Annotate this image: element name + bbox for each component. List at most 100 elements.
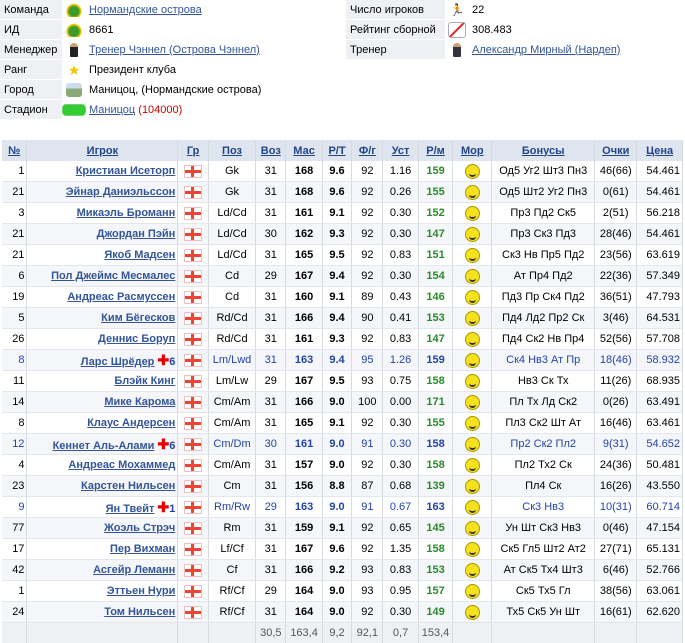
player-name-link[interactable]: Ян Твейт — [106, 503, 155, 515]
player-name-link[interactable]: Клаус Андерсен — [87, 417, 175, 429]
flag-icon — [184, 186, 202, 199]
player-name-link[interactable]: Андреас Расмуссен — [67, 291, 175, 303]
player-name-link[interactable]: Асгейр Леманн — [93, 564, 175, 576]
player-age: 29 — [256, 371, 286, 392]
column-header[interactable]: Мор — [453, 140, 492, 161]
player-name-link[interactable]: Том Нильсен — [104, 606, 175, 618]
column-header[interactable]: Цена — [637, 140, 683, 161]
player-rt: 9.1 — [322, 518, 352, 539]
player-name-link[interactable]: Якоб Мадсен — [104, 249, 175, 261]
column-header[interactable]: Гр — [178, 140, 209, 161]
player-bonuses: Ск3 Нв Пр5 Пд2 — [492, 245, 595, 266]
column-header[interactable]: Поз — [208, 140, 255, 161]
info-link[interactable]: Александр Мирный (Нардеп) — [472, 44, 620, 56]
column-header[interactable]: № — [2, 140, 27, 161]
player-points: 28(46) — [595, 224, 637, 245]
player-name-link[interactable]: Деннис Боруп — [98, 333, 175, 345]
flag-icon — [184, 543, 202, 556]
info-text: Президент клуба — [89, 64, 176, 76]
info-value[interactable]: Тренер Чэннел (Острова Чэннел) — [86, 40, 344, 60]
players-table: №ИгрокГрПозВозМасР/ТФ/гУстР/мМорБонусыОч… — [2, 140, 683, 643]
table-row: 42Асгейр ЛеманнCf311669.2930.83153Ат Ск5… — [2, 560, 683, 581]
stadium-capacity: (104000) — [138, 104, 182, 116]
flag-icon — [184, 207, 202, 220]
info-label: Команда — [0, 0, 62, 20]
morale-smiley-icon — [465, 332, 480, 347]
injury-cross-icon: ✚ — [157, 352, 169, 368]
info-label: Тренер — [346, 40, 445, 60]
column-header[interactable]: Бонусы — [492, 140, 595, 161]
flag-icon — [184, 438, 202, 451]
info-label: Менеджер — [0, 40, 62, 60]
info-label: Число игроков — [346, 0, 445, 20]
player-name-link[interactable]: Пол Джеймс Месмалес — [51, 270, 175, 282]
player-rt: 9.0 — [322, 392, 352, 413]
info-value[interactable]: Нормандские острова — [86, 0, 344, 20]
player-mastery: 166 — [286, 560, 322, 581]
player-position: Lf/Cf — [208, 539, 255, 560]
player-rt: 9.1 — [322, 203, 352, 224]
info-value: Маницоц, (Нормандские острова) — [86, 80, 344, 100]
info-link[interactable]: Маницоц — [89, 104, 135, 116]
player-name-link[interactable]: Жоэль Стрэч — [104, 522, 175, 534]
table-row: 26Деннис БорупRd/Cd311619.3920.83147Пд4 … — [2, 329, 683, 350]
flag-icon — [184, 501, 202, 514]
flag-icon — [184, 312, 202, 325]
player-name-link[interactable]: Эйнар Даниэльссон — [66, 186, 176, 198]
player-rm: 153 — [418, 308, 453, 329]
player-bonuses: Од5 Шт2 Уг2 Пн3 — [492, 182, 595, 203]
table-row: 21Эйнар ДаниэльссонGk311689.6920.26155Од… — [2, 182, 683, 203]
player-rm: 158 — [418, 434, 453, 455]
info-link[interactable]: Нормандские острова — [89, 4, 202, 16]
morale-smiley-icon — [465, 164, 480, 179]
player-name-link[interactable]: Джордан Пэйн — [97, 228, 176, 240]
player-name-link[interactable]: Эттьен Нури — [107, 585, 176, 597]
player-number: 23 — [2, 476, 27, 497]
player-rt: 9.0 — [322, 455, 352, 476]
column-header[interactable]: Мас — [286, 140, 322, 161]
column-header[interactable]: Р/Т — [322, 140, 352, 161]
column-header[interactable]: Игрок — [27, 140, 178, 161]
table-row: 5Ким БёгесковRd/Cd311669.4900.41153Пд4 Л… — [2, 308, 683, 329]
player-form: 93 — [352, 560, 383, 581]
player-points: 27(71) — [595, 539, 637, 560]
player-price: 54.461 — [637, 161, 683, 182]
player-name-link[interactable]: Пер Вихман — [110, 543, 175, 555]
player-name-link[interactable]: Андреас Мохаммед — [68, 459, 175, 471]
column-header[interactable]: Уст — [383, 140, 418, 161]
player-price: 47.793 — [637, 287, 683, 308]
info-label: Стадион — [0, 100, 62, 120]
player-number: 19 — [2, 287, 27, 308]
player-name-link[interactable]: Кристиан Исеторп — [76, 165, 176, 177]
player-name-link[interactable]: Кеннет Аль-Алами — [53, 440, 155, 452]
player-age: 31 — [256, 287, 286, 308]
player-name-link[interactable]: Мике Карома — [104, 396, 175, 408]
player-name-link[interactable]: Карстен Нильсен — [81, 480, 175, 492]
player-name-link[interactable]: Микаэль Броманн — [77, 207, 176, 219]
player-position: Lm/Lw — [208, 371, 255, 392]
column-header[interactable]: Воз — [256, 140, 286, 161]
player-fatigue: 0.83 — [383, 560, 418, 581]
player-bonuses: Пд3 Пр Ск4 Пд2 — [492, 287, 595, 308]
player-fatigue: 0.30 — [383, 266, 418, 287]
info-link[interactable]: Тренер Чэннел (Острова Чэннел) — [89, 44, 260, 56]
player-name-link[interactable]: Ларс Шрёдер — [81, 356, 155, 368]
player-form: 100 — [352, 392, 383, 413]
player-rt: 9.1 — [322, 287, 352, 308]
player-form: 92 — [352, 182, 383, 203]
player-rt: 8.8 — [322, 476, 352, 497]
column-header[interactable]: Ф/г — [352, 140, 383, 161]
player-price: 63.061 — [637, 581, 683, 602]
info-value[interactable]: Александр Мирный (Нардеп) — [469, 40, 685, 60]
player-name-link[interactable]: Ким Бёгесков — [101, 312, 175, 324]
player-number: 5 — [2, 308, 27, 329]
column-header[interactable]: Очки — [595, 140, 637, 161]
player-name-link[interactable]: Блэйк Кинг — [114, 375, 175, 387]
city-icon — [66, 83, 82, 97]
column-header[interactable]: Р/м — [418, 140, 453, 161]
player-mastery: 164 — [286, 581, 322, 602]
info-value[interactable]: Маницоц (104000) — [86, 100, 344, 120]
player-rt: 9.0 — [322, 497, 352, 518]
player-fatigue: 0.00 — [383, 392, 418, 413]
player-mastery: 168 — [286, 161, 322, 182]
